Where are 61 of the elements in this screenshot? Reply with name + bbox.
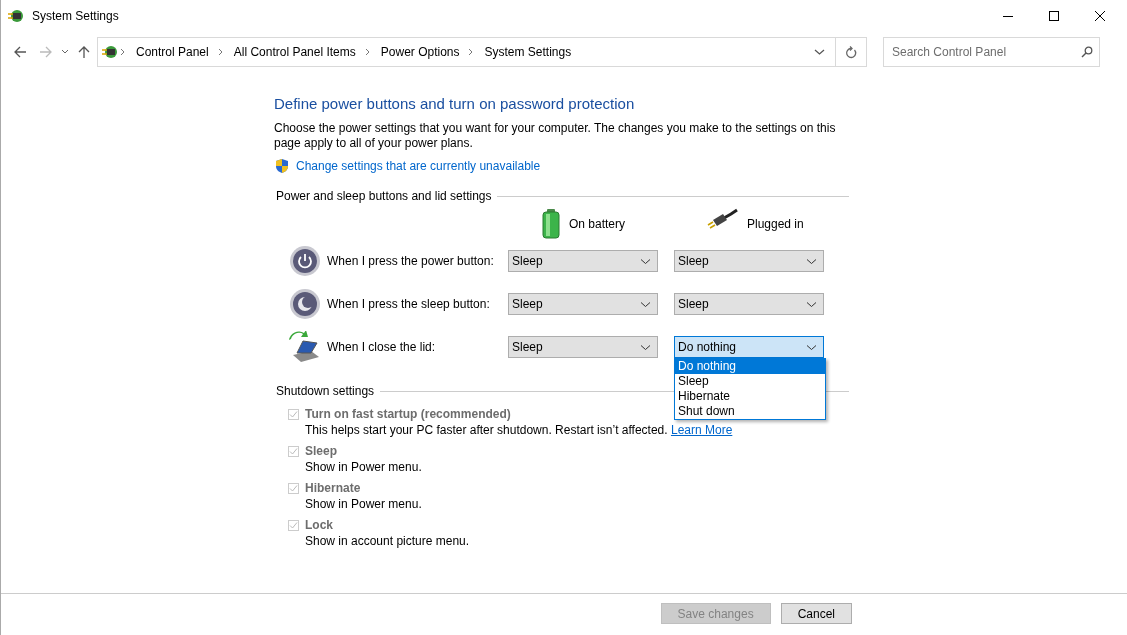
dropdown-option[interactable]: Hibernate — [675, 389, 825, 404]
window-title: System Settings — [32, 9, 119, 23]
breadcrumb-item[interactable]: Control Panel — [132, 45, 213, 59]
up-icon[interactable] — [77, 45, 91, 59]
caret-icon — [640, 343, 651, 351]
checkbox-label: Turn on fast startup (recommended) — [305, 407, 511, 421]
dropdown-option[interactable]: Do nothing — [675, 359, 825, 374]
caret-icon — [640, 300, 651, 308]
section-title: Power and sleep buttons and lid settings — [276, 189, 492, 203]
cancel-button[interactable]: Cancel — [780, 603, 852, 624]
checkbox-label: Hibernate — [305, 481, 361, 495]
caret-icon — [806, 300, 817, 308]
dropdown[interactable]: Sleep — [508, 293, 658, 315]
search-icon[interactable] — [1081, 46, 1093, 58]
dropdown[interactable]: Sleep — [674, 293, 824, 315]
check-icon — [289, 484, 298, 493]
dropdown-option[interactable]: Sleep — [675, 374, 825, 389]
breadcrumb-item[interactable]: Power Options — [376, 45, 464, 59]
description-text: This helps start your PC faster after shutdown. Restart isn’t affected. — [305, 423, 668, 437]
column-header: On battery — [569, 217, 626, 231]
breadcrumb-item[interactable]: All Control Panel Items — [229, 45, 360, 59]
search-field[interactable]: Search Control Panel — [883, 37, 1100, 67]
back-icon[interactable] — [13, 45, 27, 59]
setting-label: When I press the sleep button: — [327, 297, 491, 311]
setting-label: When I press the power button: — [327, 254, 495, 268]
breadcrumb-item[interactable]: System Settings — [480, 45, 576, 59]
section-title: Shutdown settings — [276, 384, 375, 398]
dropdown[interactable]: Sleep — [508, 250, 658, 272]
dropdown-option[interactable]: Shut down — [675, 404, 825, 419]
intro-text: Choose the power settings that you want for your computer. The changes you make to the settings on this page apply to all of your power plans. — [274, 121, 837, 151]
dropdown[interactable]: Sleep — [674, 250, 824, 272]
caret-icon — [640, 257, 651, 265]
moon-button-icon — [289, 288, 321, 320]
check-icon — [289, 447, 298, 456]
checkbox-label: Sleep — [305, 444, 337, 458]
description-text: Show in Power menu. — [305, 460, 422, 474]
shield-icon — [274, 158, 290, 174]
recent-caret-icon[interactable] — [61, 48, 69, 56]
chevron-icon — [363, 48, 372, 56]
maximize-icon[interactable] — [1048, 10, 1060, 22]
chevron-icon — [119, 48, 127, 56]
check-icon — [289, 410, 298, 419]
caret-icon — [806, 343, 817, 351]
column-header: Plugged in — [747, 217, 804, 231]
description-text: Show in Power menu. — [305, 497, 422, 511]
close-icon[interactable] — [1094, 10, 1106, 22]
setting-label: When I close the lid: — [327, 340, 437, 354]
description-text: Show in account picture menu. — [305, 534, 470, 548]
chevron-icon — [216, 48, 225, 56]
check-icon — [289, 521, 298, 530]
address-bar[interactable]: Control Panel All Control Panel Items Power Options System Settings — [97, 37, 867, 67]
refresh-icon[interactable] — [844, 45, 858, 59]
admin-link[interactable]: Change settings that are currently unavailable — [296, 159, 541, 173]
checkbox-label: Lock — [305, 518, 333, 532]
page-heading: Define power buttons and turn on password protection — [274, 95, 636, 112]
dropdown[interactable]: Sleep — [508, 336, 658, 358]
laptop-icon — [289, 331, 321, 363]
power-button-icon — [289, 245, 321, 277]
battery-icon — [541, 208, 561, 240]
dropdown-caret-icon[interactable] — [814, 48, 825, 56]
caret-icon — [806, 257, 817, 265]
